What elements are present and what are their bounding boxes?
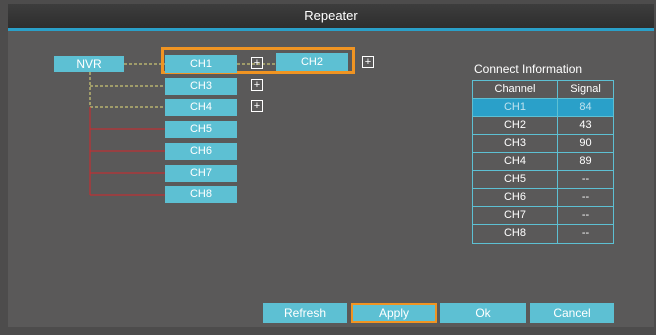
row-signal: 43 <box>579 119 592 131</box>
ok-button[interactable]: Ok <box>440 303 526 323</box>
row-channel: CH1 <box>473 99 558 116</box>
table-row[interactable]: CH1 84 <box>473 99 613 117</box>
row-channel: CH3 <box>473 135 558 152</box>
header-channel: Channel <box>473 81 558 98</box>
refresh-button[interactable]: Refresh <box>263 303 347 323</box>
channel-node-ch8[interactable]: CH8 <box>165 186 237 203</box>
row-channel: CH8 <box>473 225 558 243</box>
row-channel: CH4 <box>473 153 558 170</box>
channel-node-ch7[interactable]: CH7 <box>165 165 237 182</box>
connect-info-table: Channel Signal CH1 84 CH2 43 CH3 90 CH4 … <box>472 80 614 244</box>
header-signal: Signal <box>570 83 601 95</box>
table-row[interactable]: CH2 43 <box>473 117 613 135</box>
expand-ch1-button[interactable]: + <box>251 57 263 69</box>
table-row[interactable]: CH7 -- <box>473 207 613 225</box>
channel-node-ch2[interactable]: CH2 <box>276 53 348 71</box>
window-frame-bottom <box>0 327 656 335</box>
row-signal: 90 <box>579 137 592 149</box>
wired-links <box>89 107 165 196</box>
row-channel: CH5 <box>473 171 558 188</box>
channel-node-ch4[interactable]: CH4 <box>165 99 237 116</box>
channel-node-ch6[interactable]: CH6 <box>165 143 237 160</box>
row-signal: -- <box>581 227 590 239</box>
apply-button[interactable]: Apply <box>351 303 437 323</box>
expand-ch2-button[interactable]: + <box>362 56 374 68</box>
connect-info-title: Connect Information <box>474 62 583 76</box>
row-channel: CH6 <box>473 189 558 206</box>
table-row[interactable]: CH5 -- <box>473 171 613 189</box>
row-signal: -- <box>581 191 590 203</box>
table-row[interactable]: CH8 -- <box>473 225 613 243</box>
table-header: Channel Signal <box>473 81 613 99</box>
channel-node-ch1[interactable]: CH1 <box>165 55 237 73</box>
nvr-node[interactable]: NVR <box>54 56 124 72</box>
table-row[interactable]: CH4 89 <box>473 153 613 171</box>
row-signal: -- <box>581 209 590 221</box>
row-channel: CH7 <box>473 207 558 224</box>
row-signal: 89 <box>579 155 592 167</box>
channel-node-ch3[interactable]: CH3 <box>165 78 237 95</box>
cancel-button[interactable]: Cancel <box>530 303 614 323</box>
channel-node-ch5[interactable]: CH5 <box>165 121 237 138</box>
row-signal: 84 <box>579 101 592 113</box>
table-row[interactable]: CH3 90 <box>473 135 613 153</box>
table-row[interactable]: CH6 -- <box>473 189 613 207</box>
row-signal: -- <box>581 173 590 185</box>
expand-ch3-button[interactable]: + <box>251 79 263 91</box>
row-channel: CH2 <box>473 117 558 134</box>
expand-ch4-button[interactable]: + <box>251 100 263 112</box>
